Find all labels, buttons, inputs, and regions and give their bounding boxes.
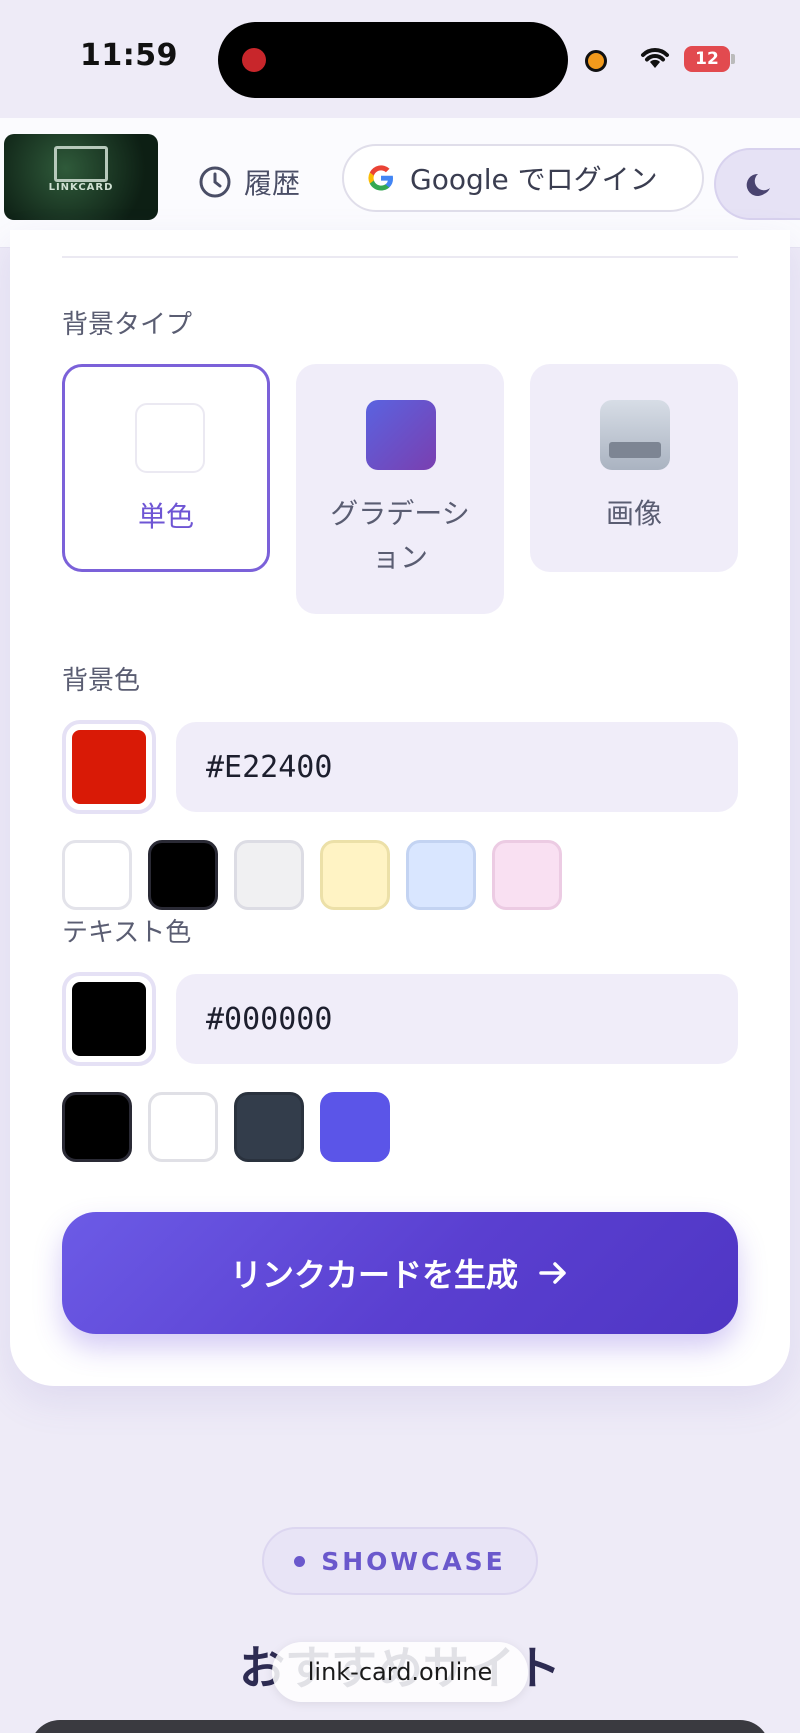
history-link[interactable]: 履歴 [198,162,300,202]
card-settings-panel: 背景タイプ 単色 グラデーション 画像 背景色 #E22400 テキスト色 #0… [10,230,790,1386]
login-label: Google でログイン [410,163,658,196]
text-color-picker[interactable] [62,972,156,1066]
battery-icon: 12 [684,46,730,72]
gradient-swatch-icon [366,400,436,470]
logo-text: LINKCARD [48,182,114,193]
bg-preset-blue[interactable] [406,840,476,910]
showcase-dot-icon [294,1555,306,1567]
showcase-card-peek [30,1720,770,1733]
image-swatch-icon [600,400,670,470]
bg-preset-yellow[interactable] [320,840,390,910]
section-divider [62,256,738,258]
bg-type-image[interactable]: 画像 [530,364,738,572]
battery-cap [731,54,735,64]
theme-toggle-button[interactable] [714,148,800,220]
bg-type-label: 画像 [605,497,662,530]
bg-type-gradient[interactable]: グラデーション [296,364,504,614]
text-preset-white[interactable] [148,1092,218,1162]
bg-type-label: グラデーション [330,497,470,574]
arrow-right-icon [539,1262,566,1284]
bg-preset-pink[interactable] [492,840,562,910]
background-color-picker[interactable] [62,720,156,814]
bg-preset-white[interactable] [62,840,132,910]
background-color-input[interactable]: #E22400 [176,722,738,812]
text-color-label: テキスト色 [62,918,192,948]
image-placeholder-bar [609,442,661,458]
text-preset-black[interactable] [62,1092,132,1162]
recording-indicator-icon [242,48,266,72]
background-color-preview [72,730,146,804]
browser-url-pill[interactable]: link-card.online [272,1642,528,1702]
text-preset-slate[interactable] [234,1092,304,1162]
generate-label: リンクカードを生成 [229,1256,518,1294]
bg-preset-black[interactable] [148,840,218,910]
showcase-badge-label: SHOWCASE [321,1546,506,1576]
bg-preset-gray[interactable] [234,840,304,910]
history-label: 履歴 [244,167,301,200]
status-bar: 11:59 12 [0,0,800,118]
google-icon [368,165,394,191]
privacy-indicator-icon [585,50,607,72]
clock-icon [199,166,231,198]
text-color-preview [72,982,146,1056]
moon-icon [746,173,770,196]
google-login-button[interactable]: Google でログイン [342,144,704,212]
logo-mark-icon [54,146,108,182]
background-type-label: 背景タイプ [62,310,193,340]
app-header: LINKCARD 履歴 Google でログイン [0,118,800,248]
generate-link-card-button[interactable]: リンクカードを生成 [62,1212,738,1334]
bg-type-label: 単色 [137,500,194,533]
text-color-input[interactable]: #000000 [176,974,738,1064]
background-color-label: 背景色 [62,666,141,696]
linkcard-logo[interactable]: LINKCARD [4,134,158,220]
wifi-icon [641,48,669,68]
bg-type-solid[interactable]: 単色 [62,364,270,572]
status-time: 11:59 [80,38,178,73]
text-preset-indigo[interactable] [320,1092,390,1162]
showcase-badge: SHOWCASE [262,1527,538,1595]
solid-swatch-icon [135,403,205,473]
dynamic-island [218,22,568,98]
